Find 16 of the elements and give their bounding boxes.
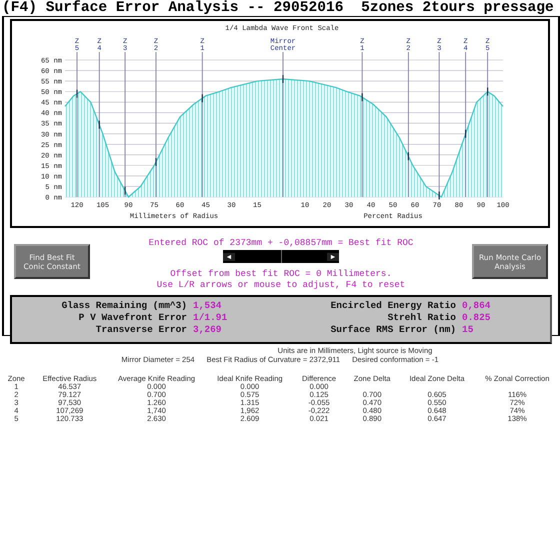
stat-value: 0,864 bbox=[461, 300, 491, 312]
stat-label: Strehl Ratio bbox=[386, 312, 456, 324]
window-title: (F4) Surface Error Analysis -- 29052016 5zones 2tours pressage bbox=[1, 0, 555, 16]
stat-label: Glass Remaining (mm^3) bbox=[60, 300, 187, 312]
stat-value: 1,534 bbox=[192, 300, 222, 312]
stat-label: Transverse Error bbox=[94, 324, 187, 336]
offset-text: Offset from best fit ROC = 0 Millimeters. bbox=[170, 269, 392, 280]
stat-label: Encircled Energy Ratio bbox=[330, 300, 456, 312]
stat-value: 3,269 bbox=[192, 324, 222, 336]
stat-label: P V Wavefront Error bbox=[78, 312, 187, 324]
stat-label: Surface RMS Error (nm) bbox=[330, 324, 456, 336]
stat-value: 15 bbox=[461, 324, 474, 336]
roc-text: Entered ROC of 2373mm + -0,08857mm = Best fit ROC bbox=[148, 238, 414, 249]
stat-value: 1/1.91 bbox=[192, 312, 228, 324]
stat-value: 0.825 bbox=[461, 312, 491, 324]
hint-text: Use L/R arrows or mouse to adjust, F4 to reset bbox=[156, 280, 406, 291]
